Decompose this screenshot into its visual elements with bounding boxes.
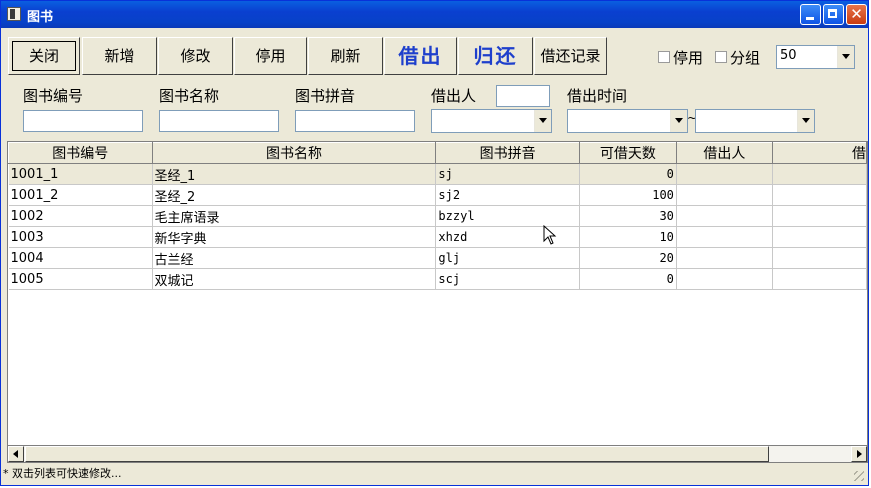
pinyin-input[interactable] xyxy=(295,110,415,132)
column-header[interactable]: 图书编号 xyxy=(8,142,153,164)
pinyin-label: 图书拼音 xyxy=(295,87,356,105)
close-window-button[interactable]: ✕ xyxy=(846,4,867,25)
table-cell: 20 xyxy=(579,247,677,269)
table-cell: 1002 xyxy=(8,205,153,227)
table-cell xyxy=(772,247,867,269)
chevron-down-icon[interactable] xyxy=(837,46,854,68)
mouse-cursor-icon xyxy=(543,225,557,245)
maximize-button[interactable] xyxy=(823,4,844,25)
main-window: 图书 ✕ 关闭 新增 修改 停用 刷新 借出 归还 借还记录 停用 分组 50 … xyxy=(0,0,869,486)
table-cell: 圣经_1 xyxy=(152,163,437,185)
refresh-button[interactable]: 刷新 xyxy=(308,37,383,75)
table-row[interactable]: 1002 毛主席语录 bzzyl 30 xyxy=(8,205,867,227)
borrow-time-label: 借出时间 xyxy=(567,87,628,105)
disabled-checkbox[interactable]: 停用 xyxy=(658,47,703,68)
borrow-time-to-select[interactable] xyxy=(695,109,815,133)
table-cell: 30 xyxy=(579,205,677,227)
status-bar: * 双击列表可快速修改... xyxy=(3,465,866,483)
table-cell: 毛主席语录 xyxy=(152,205,437,227)
table-header: 图书编号 图书名称 图书拼音 可借天数 借出人 借 xyxy=(8,142,867,164)
scroll-left-icon[interactable] xyxy=(8,446,24,462)
table-cell: sj2 xyxy=(435,184,580,206)
table-cell: 1003 xyxy=(8,226,153,248)
disable-button[interactable]: 停用 xyxy=(234,37,307,75)
chevron-down-icon[interactable] xyxy=(797,110,814,132)
resize-grip-icon[interactable] xyxy=(854,471,864,481)
borrow-history-button[interactable]: 借还记录 xyxy=(534,37,607,75)
horizontal-scrollbar[interactable] xyxy=(7,445,868,463)
book-icon xyxy=(7,7,21,21)
status-hint: * 双击列表可快速修改... xyxy=(3,467,122,480)
borrower-code-input[interactable] xyxy=(496,85,550,107)
borrower-label: 借出人 xyxy=(431,87,477,105)
table-cell: bzzyl xyxy=(435,205,580,227)
column-header[interactable]: 图书名称 xyxy=(151,142,437,164)
table-cell: scj xyxy=(435,268,580,290)
borrow-time-from-select[interactable] xyxy=(567,109,688,133)
return-button[interactable]: 归还 xyxy=(458,37,533,75)
table-cell xyxy=(772,268,867,290)
table-cell: 新华字典 xyxy=(152,226,437,248)
table-cell: 0 xyxy=(579,268,677,290)
table-row[interactable]: 1004 古兰经 glj 20 xyxy=(8,247,867,269)
column-header[interactable]: 可借天数 xyxy=(578,142,677,164)
window-title: 图书 xyxy=(27,10,54,25)
add-button[interactable]: 新增 xyxy=(82,37,157,75)
books-grid[interactable]: 图书编号 图书名称 图书拼音 可借天数 借出人 借 1001_1 圣经_1 sj… xyxy=(7,141,868,463)
chevron-down-icon[interactable] xyxy=(534,110,551,132)
table-cell xyxy=(676,163,773,185)
group-checkbox-label: 分组 xyxy=(730,49,761,67)
table-cell xyxy=(676,226,773,248)
edit-button[interactable]: 修改 xyxy=(158,37,233,75)
table-cell xyxy=(772,163,867,185)
scroll-right-icon[interactable] xyxy=(851,446,867,462)
book-name-input[interactable] xyxy=(159,110,279,132)
table-cell: 古兰经 xyxy=(152,247,437,269)
book-id-label: 图书编号 xyxy=(23,87,84,105)
minimize-button[interactable] xyxy=(800,4,821,25)
table-cell xyxy=(676,247,773,269)
table-cell xyxy=(676,205,773,227)
disabled-checkbox-label: 停用 xyxy=(673,49,704,67)
table-row[interactable]: 1003 新华字典 xhzd 10 xyxy=(8,226,867,248)
table-cell: 0 xyxy=(579,163,677,185)
table-cell: 双城记 xyxy=(152,268,437,290)
column-header[interactable]: 图书拼音 xyxy=(435,142,580,164)
title-bar[interactable]: 图书 ✕ xyxy=(1,1,868,28)
page-size-value: 50 xyxy=(780,48,797,63)
table-cell: sj xyxy=(435,163,580,185)
page-size-select[interactable]: 50 xyxy=(776,45,855,69)
group-checkbox[interactable]: 分组 xyxy=(715,47,760,68)
book-name-label: 图书名称 xyxy=(159,87,220,105)
table-cell xyxy=(676,184,773,206)
scroll-thumb[interactable] xyxy=(25,446,769,462)
close-button[interactable]: 关闭 xyxy=(8,37,80,75)
table-cell xyxy=(772,226,867,248)
books-table: 图书编号 图书名称 图书拼音 可借天数 借出人 借 1001_1 圣经_1 sj… xyxy=(8,142,867,290)
borrow-button[interactable]: 借出 xyxy=(384,37,457,75)
table-cell: 1004 xyxy=(8,247,153,269)
table-cell: 10 xyxy=(579,226,677,248)
close-icon: ✕ xyxy=(850,5,863,23)
column-header[interactable]: 借 xyxy=(771,142,867,164)
table-row[interactable]: 1001_2 圣经_2 sj2 100 xyxy=(8,184,867,206)
table-cell: 圣经_2 xyxy=(152,184,437,206)
table-cell xyxy=(772,184,867,206)
table-row[interactable]: 1005 双城记 scj 0 xyxy=(8,268,867,290)
column-header[interactable]: 借出人 xyxy=(675,142,773,164)
checkbox-icon xyxy=(715,51,727,63)
table-cell xyxy=(676,268,773,290)
table-cell: 100 xyxy=(579,184,677,206)
table-cell: 1001_1 xyxy=(8,163,153,185)
book-id-input[interactable] xyxy=(23,110,143,132)
table-cell: glj xyxy=(435,247,580,269)
table-cell: xhzd xyxy=(435,226,580,248)
table-row[interactable]: 1001_1 圣经_1 sj 0 xyxy=(8,163,867,185)
table-cell: 1001_2 xyxy=(8,184,153,206)
checkbox-icon xyxy=(658,51,670,63)
table-cell: 1005 xyxy=(8,268,153,290)
chevron-down-icon[interactable] xyxy=(670,110,687,132)
borrower-select[interactable] xyxy=(431,109,552,133)
table-cell xyxy=(772,205,867,227)
